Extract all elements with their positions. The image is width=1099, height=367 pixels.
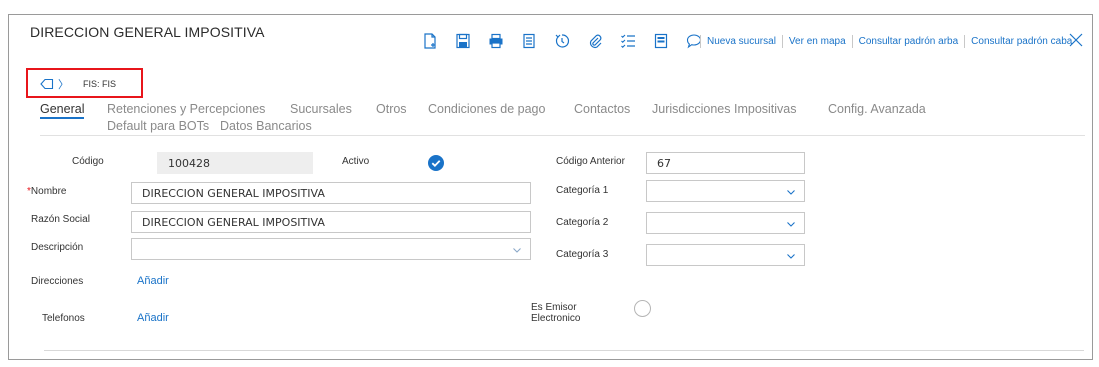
codigo-anterior-field[interactable]: 67 [646, 152, 805, 174]
tab-default-para-bots[interactable]: Default para BOTs [107, 119, 209, 133]
tab-contactos[interactable]: Contactos [574, 102, 630, 116]
chevron-down-icon [787, 190, 795, 195]
page-title: DIRECCION GENERAL IMPOSITIVA [30, 24, 265, 40]
tab-config-avanzada[interactable]: Config. Avanzada [828, 102, 926, 116]
tab-otros[interactable]: Otros [376, 102, 407, 116]
chevron-down-icon [787, 222, 795, 227]
check-icon [431, 160, 441, 167]
es-emisor-label-line2: Electronico [531, 313, 581, 324]
es-emisor-label-line1: Es Emisor [531, 302, 577, 313]
tab-jurisdicciones-impositivas[interactable]: Jurisdicciones Impositivas [652, 102, 797, 116]
activo-label: Activo [342, 156, 370, 167]
consultar-padron-caba-link[interactable]: Consultar padrón caba [964, 35, 1078, 48]
categoria-3-select[interactable] [646, 244, 805, 266]
tab-sucursales[interactable]: Sucursales [290, 102, 352, 116]
telefonos-label: Telefonos [42, 313, 85, 324]
es-emisor-label: Es Emisor Electronico [531, 302, 580, 324]
categoria-2-label: Categoría 2 [556, 217, 609, 228]
activo-checkbox[interactable] [428, 155, 444, 171]
categoria-1-select[interactable] [646, 180, 805, 202]
toolbar [418, 30, 715, 52]
descripcion-select[interactable] [131, 238, 531, 260]
section-divider [44, 350, 1084, 351]
nombre-field[interactable]: DIRECCION GENERAL IMPOSITIVA [131, 182, 531, 204]
tab-general[interactable]: General [40, 102, 85, 119]
codigo-field[interactable]: 100428 [157, 152, 313, 174]
ver-en-mapa-link[interactable]: Ver en mapa [781, 35, 852, 48]
categoria-2-select[interactable] [646, 212, 805, 234]
chevron-down-icon [787, 254, 795, 259]
telefonos-add-link[interactable]: Añadir [137, 312, 169, 324]
breadcrumb: 〉 FIS: FIS [40, 76, 116, 92]
close-icon[interactable] [1068, 32, 1084, 48]
nombre-label: *Nombre [27, 186, 66, 197]
codigo-anterior-label: Código Anterior [556, 156, 625, 167]
history-icon[interactable] [550, 31, 574, 51]
nueva-sucursal-link[interactable]: Nueva sucursal [700, 35, 782, 48]
save-icon[interactable] [451, 31, 475, 51]
attach-icon[interactable] [583, 31, 607, 51]
razon-social-label: Razón Social [31, 214, 90, 225]
tab-condiciones-de-pago[interactable]: Condiciones de pago [428, 102, 545, 116]
breadcrumb-label[interactable]: FIS: FIS [83, 79, 116, 89]
direcciones-add-link[interactable]: Añadir [137, 275, 169, 287]
duplicate-icon[interactable] [517, 31, 541, 51]
razon-social-field[interactable]: DIRECCION GENERAL IMPOSITIVA [131, 211, 531, 233]
tabs-divider [40, 135, 1085, 136]
tag-icon[interactable] [40, 78, 54, 90]
categoria-1-label: Categoría 1 [556, 185, 609, 196]
direcciones-label: Direcciones [31, 276, 84, 287]
descripcion-label: Descripción [31, 242, 84, 253]
codigo-label: Código [72, 156, 104, 167]
es-emisor-electronico-toggle[interactable] [634, 300, 651, 317]
chevron-right-icon: 〉 [58, 79, 69, 91]
notes-icon[interactable] [649, 31, 673, 51]
consultar-padron-arba-link[interactable]: Consultar padrón arba [851, 35, 965, 48]
print-icon[interactable] [484, 31, 508, 51]
categoria-3-label: Categoría 3 [556, 249, 609, 260]
tab-datos-bancarios[interactable]: Datos Bancarios [220, 119, 312, 133]
checklist-icon[interactable] [616, 31, 640, 51]
toolbar-links: Nueva sucursal Ver en mapa Consultar pad… [700, 35, 1078, 48]
nombre-label-text: Nombre [30, 186, 67, 197]
chevron-down-icon [513, 248, 521, 253]
new-document-icon[interactable] [418, 31, 442, 51]
tab-retenciones-percepciones[interactable]: Retenciones y Percepciones [107, 102, 265, 116]
